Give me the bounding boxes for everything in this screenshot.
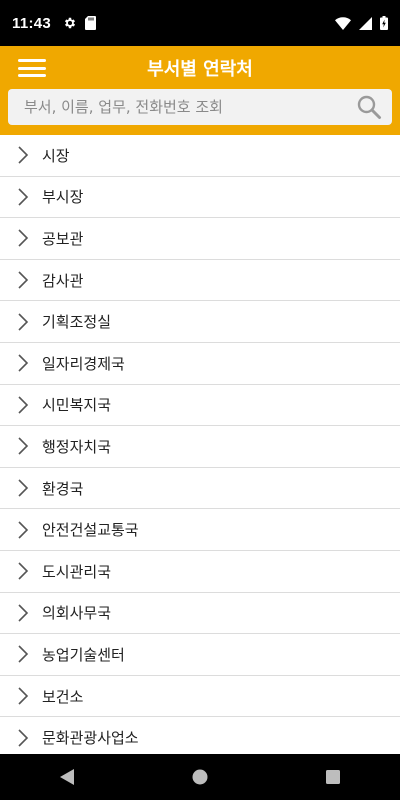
list-item[interactable]: 공보관	[0, 218, 400, 260]
chevron-right-icon	[18, 604, 29, 622]
department-list: 시장부시장공보관감사관기획조정실일자리경제국시민복지국행정자치국환경국안전건설교…	[0, 135, 400, 754]
app-bar: 부서별 연락처	[0, 46, 400, 89]
search-input[interactable]	[24, 98, 356, 116]
list-item-label: 농업기술센터	[42, 645, 125, 664]
list-item[interactable]: 문화관광사업소	[0, 717, 400, 754]
list-item[interactable]: 시장	[0, 135, 400, 177]
list-item-label: 안전건설교통국	[42, 521, 139, 540]
list-item[interactable]: 농업기술센터	[0, 634, 400, 676]
chevron-right-icon	[18, 354, 29, 372]
chevron-right-icon	[18, 437, 29, 456]
list-item-label: 문화관광사업소	[42, 729, 139, 748]
gear-icon	[65, 17, 76, 29]
list-item-label: 시민복지국	[42, 396, 112, 415]
signal-icon	[359, 16, 372, 30]
chevron-right-icon	[18, 229, 29, 248]
list-item[interactable]: 감사관	[0, 260, 400, 302]
home-button[interactable]	[170, 754, 230, 800]
list-item-label: 공보관	[42, 229, 84, 248]
chevron-right-icon	[18, 479, 29, 497]
list-item-label: 의회사무국	[42, 604, 112, 623]
home-icon	[192, 769, 208, 785]
list-item-label: 행정자치국	[42, 437, 112, 456]
search-box	[8, 89, 392, 125]
status-time: 11:43	[12, 14, 52, 32]
sd-card-icon	[85, 16, 97, 30]
list-item-label: 감사관	[42, 271, 84, 290]
list-item[interactable]: 시민복지국	[0, 385, 400, 427]
chevron-right-icon	[18, 313, 29, 331]
recents-icon	[326, 770, 341, 784]
page-title: 부서별 연락처	[147, 58, 253, 80]
chevron-right-icon	[18, 521, 29, 539]
chevron-right-icon	[18, 396, 29, 414]
status-bar: 11:43	[0, 0, 400, 46]
list-item[interactable]: 보건소	[0, 676, 400, 718]
list-item-label: 도시관리국	[42, 562, 112, 581]
list-item-label: 환경국	[42, 479, 84, 498]
recents-button[interactable]	[303, 754, 363, 800]
battery-icon	[380, 16, 388, 30]
chevron-right-icon	[18, 645, 29, 663]
list-item-label: 기획조정실	[42, 313, 112, 332]
list-item-label: 일자리경제국	[42, 354, 125, 373]
chevron-right-icon	[18, 146, 29, 164]
list-item[interactable]: 행정자치국	[0, 426, 400, 468]
status-left-icons	[63, 16, 97, 30]
list-item[interactable]: 부시장	[0, 177, 400, 219]
list-item[interactable]: 안전건설교통국	[0, 509, 400, 551]
list-item-label: 시장	[42, 146, 70, 165]
list-item[interactable]: 일자리경제국	[0, 343, 400, 385]
chevron-right-icon	[18, 562, 29, 580]
navigation-bar	[0, 754, 400, 800]
list-item[interactable]: 환경국	[0, 468, 400, 510]
chevron-right-icon	[18, 188, 29, 206]
back-icon	[59, 769, 74, 785]
list-item[interactable]: 의회사무국	[0, 593, 400, 635]
list-item-label: 보건소	[42, 687, 84, 706]
search-area	[0, 89, 400, 135]
chevron-right-icon	[18, 687, 29, 705]
list-item[interactable]: 기획조정실	[0, 301, 400, 343]
status-right-icons	[335, 16, 388, 30]
chevron-right-icon	[18, 729, 29, 747]
back-button[interactable]	[37, 754, 97, 800]
search-icon[interactable]	[356, 94, 382, 120]
chevron-right-icon	[18, 271, 29, 289]
list-item[interactable]: 도시관리국	[0, 551, 400, 593]
hamburger-menu-icon[interactable]	[18, 59, 46, 77]
wifi-icon	[335, 16, 351, 30]
list-item-label: 부시장	[42, 188, 84, 207]
